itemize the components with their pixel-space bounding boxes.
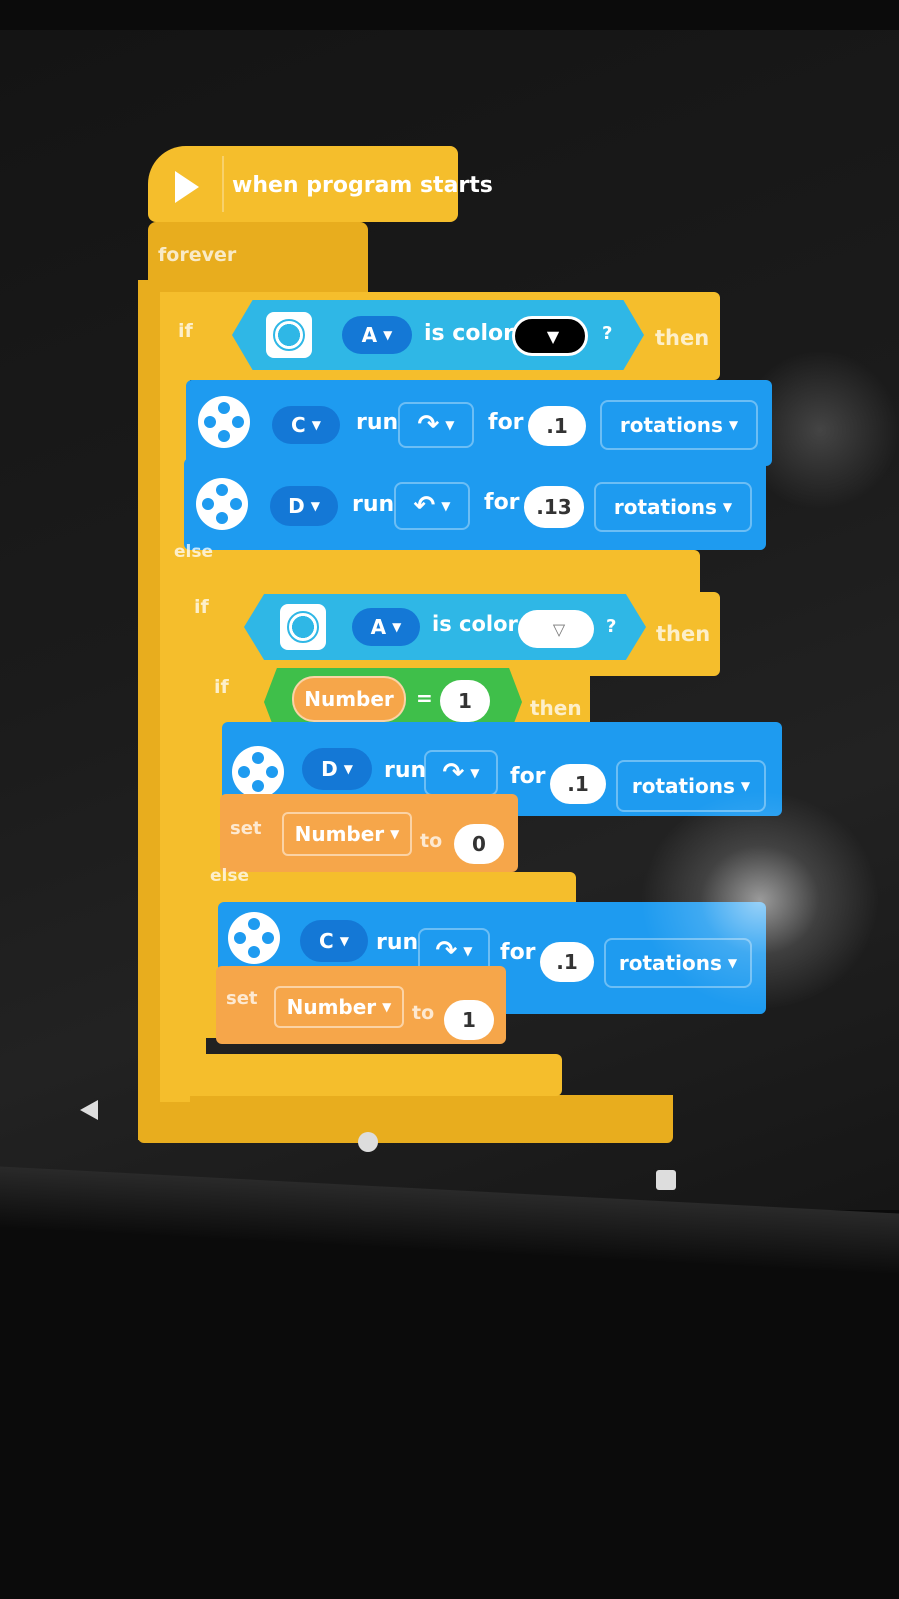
compare-value-input[interactable]: 1	[440, 680, 490, 722]
question-mark: ?	[606, 616, 617, 637]
unit-dropdown[interactable]: rotations ▼	[594, 482, 752, 532]
dropdown-arrow-icon: ▼	[470, 766, 480, 780]
dropdown-arrow-icon: ▼	[463, 944, 473, 958]
coding-canvas[interactable]: forever when program starts if A ▼ is col…	[0, 30, 899, 1210]
if-label-3: if	[214, 676, 229, 698]
else-label-3: else	[210, 866, 250, 886]
if-label-1: if	[178, 320, 193, 342]
start-label: when program starts	[232, 173, 493, 198]
color-picker-black[interactable]: ▼	[512, 316, 588, 356]
is-color-label: is color	[432, 612, 518, 636]
to-label: to	[420, 830, 443, 852]
forever-label: forever	[158, 244, 237, 266]
rotation-value-input[interactable]: .13	[524, 486, 584, 528]
port-dropdown[interactable]: A ▼	[352, 608, 420, 646]
dropdown-arrow-icon: ▼	[339, 934, 349, 948]
rotation-value-input[interactable]: .1	[550, 764, 606, 804]
back-icon[interactable]	[80, 1100, 98, 1120]
motor-port-dropdown[interactable]: D ▼	[302, 748, 372, 790]
run-label: run	[376, 930, 419, 955]
is-color-label: is color	[424, 321, 514, 346]
for-label: for	[488, 410, 524, 435]
home-icon[interactable]	[358, 1132, 378, 1152]
color-sensor-icon	[266, 312, 312, 358]
dropdown-arrow-icon: ▼	[382, 1000, 392, 1014]
dropdown-arrow-icon: ▼	[728, 418, 739, 432]
direction-dropdown[interactable]: ↶ ▼	[394, 482, 470, 530]
clockwise-icon: ↷	[417, 410, 440, 440]
then-label-3: then	[530, 696, 582, 720]
set-label: set	[226, 988, 258, 1009]
then-label-1: then	[655, 326, 710, 350]
variable-dropdown[interactable]: Number ▼	[282, 812, 412, 856]
set-value-input[interactable]: 0	[454, 824, 504, 864]
dropdown-arrow-icon: ▼	[343, 762, 353, 776]
then-label-2: then	[656, 622, 711, 646]
else-label-1: else	[174, 542, 214, 562]
number-variable[interactable]: Number	[292, 676, 406, 722]
set-label: set	[230, 818, 262, 839]
variable-dropdown[interactable]: Number ▼	[274, 986, 404, 1028]
start-divider	[222, 156, 224, 212]
dropdown-arrow-icon: ▼	[441, 499, 451, 513]
color-picker-white[interactable]: ▽	[518, 610, 594, 648]
color-sensor-icon	[280, 604, 326, 650]
for-label: for	[500, 940, 536, 965]
recents-icon[interactable]	[656, 1170, 676, 1190]
rotation-value-input[interactable]: .1	[528, 406, 586, 446]
dropdown-arrow-icon: ▼	[392, 620, 402, 634]
motor-port-dropdown[interactable]: C ▼	[272, 406, 340, 444]
question-mark: ?	[602, 323, 613, 344]
for-label: for	[510, 764, 546, 789]
unit-dropdown[interactable]: rotations ▼	[600, 400, 758, 450]
play-icon	[175, 171, 199, 203]
rotation-value-input[interactable]: .1	[540, 942, 594, 982]
dropdown-arrow-icon: ▼	[740, 779, 751, 793]
motor-icon	[198, 396, 250, 448]
if-block-2-footer	[178, 1054, 562, 1096]
dropdown-arrow-icon: ▽	[552, 619, 566, 639]
dropdown-arrow-icon: ▼	[546, 326, 560, 346]
direction-dropdown[interactable]: ↷ ▼	[424, 750, 498, 796]
motor-icon	[196, 478, 248, 530]
for-label: for	[484, 490, 520, 515]
set-value-input[interactable]: 1	[444, 1000, 494, 1040]
dropdown-arrow-icon: ▼	[722, 500, 733, 514]
dropdown-arrow-icon: ▼	[310, 499, 320, 513]
dropdown-arrow-icon: ▼	[390, 827, 400, 841]
to-label: to	[412, 1002, 435, 1024]
motor-icon	[232, 746, 284, 798]
equals-operator: =	[416, 686, 433, 710]
direction-dropdown[interactable]: ↷ ▼	[398, 402, 474, 448]
dropdown-arrow-icon: ▼	[445, 418, 455, 432]
unit-dropdown[interactable]: rotations ▼	[604, 938, 752, 988]
port-dropdown[interactable]: A ▼	[342, 316, 412, 354]
dropdown-arrow-icon: ▼	[727, 956, 738, 970]
motor-port-dropdown[interactable]: D ▼	[270, 486, 338, 526]
run-label: run	[356, 410, 399, 435]
run-label: run	[352, 492, 395, 517]
run-label: run	[384, 758, 427, 783]
counterclockwise-icon: ↶	[413, 491, 436, 521]
clockwise-icon: ↷	[442, 758, 465, 788]
dropdown-arrow-icon: ▼	[383, 328, 393, 342]
dropdown-arrow-icon: ▼	[311, 418, 321, 432]
unit-dropdown[interactable]: rotations ▼	[616, 760, 766, 812]
forever-block-footer	[138, 1095, 673, 1143]
motor-icon	[228, 912, 280, 964]
if-label-2: if	[194, 596, 209, 618]
clockwise-icon: ↷	[435, 936, 458, 966]
motor-port-dropdown[interactable]: C ▼	[300, 920, 368, 962]
